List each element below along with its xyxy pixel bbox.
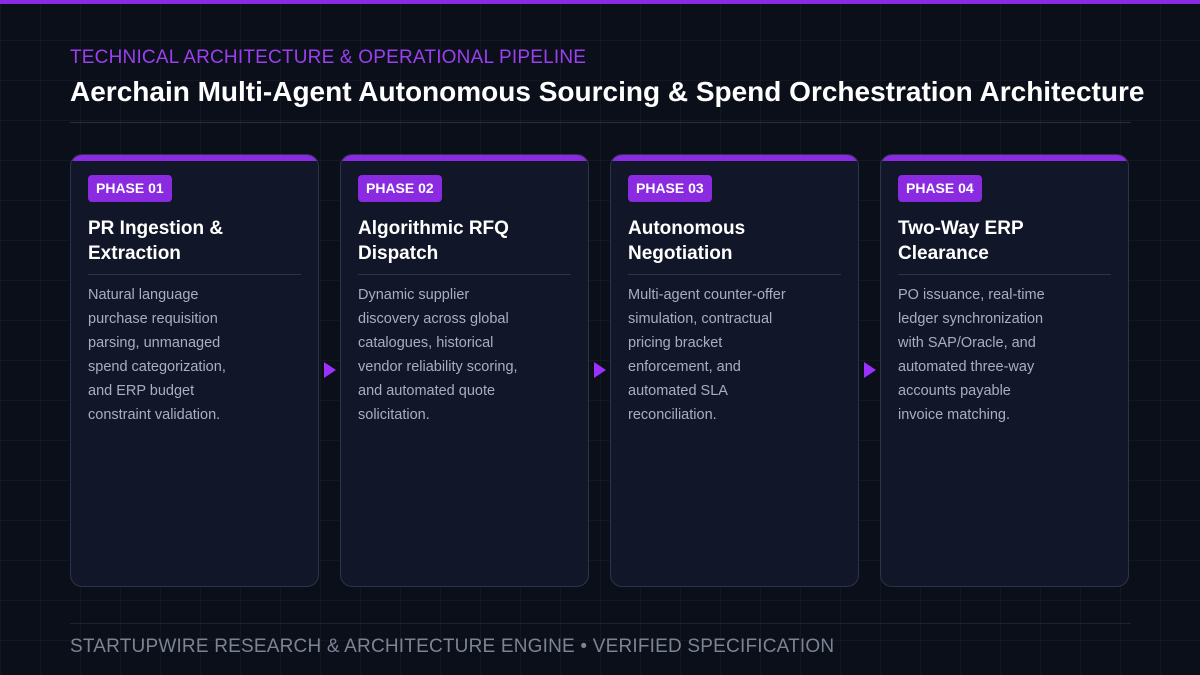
phase-badge: PHASE 03 bbox=[628, 175, 712, 202]
phase-divider bbox=[358, 274, 571, 275]
phase-card-accent bbox=[341, 155, 588, 161]
phase-title: Autonomous Negotiation bbox=[628, 218, 746, 264]
phase-badge: PHASE 01 bbox=[88, 175, 172, 202]
arrow-right-icon bbox=[864, 362, 876, 378]
phase-title: Algorithmic RFQ Dispatch bbox=[358, 218, 509, 264]
phase-divider bbox=[898, 274, 1111, 275]
phase-title: Two-Way ERP Clearance bbox=[898, 218, 1024, 264]
section-eyebrow: TECHNICAL ARCHITECTURE & OPERATIONAL PIP… bbox=[70, 47, 587, 68]
page-title: Aerchain Multi-Agent Autonomous Sourcing… bbox=[70, 76, 1145, 107]
phase-description: PO issuance, real-time ledger synchroniz… bbox=[898, 287, 1045, 423]
phase-card-01: PHASE 01 PR Ingestion & Extraction Natur… bbox=[70, 154, 319, 587]
phase-description: Natural language purchase requisition pa… bbox=[88, 287, 226, 423]
phase-badge: PHASE 04 bbox=[898, 175, 982, 202]
phase-title: PR Ingestion & Extraction bbox=[88, 218, 224, 264]
phase-description: Dynamic supplier discovery across global… bbox=[358, 287, 518, 423]
phase-description: Multi-agent counter-offer simulation, co… bbox=[628, 287, 786, 423]
header-divider bbox=[70, 122, 1131, 123]
phase-card-03: PHASE 03 Autonomous Negotiation Multi-ag… bbox=[610, 154, 859, 587]
phase-divider bbox=[88, 274, 301, 275]
phase-card-accent bbox=[611, 155, 858, 161]
phase-badge: PHASE 02 bbox=[358, 175, 442, 202]
arrow-right-icon bbox=[324, 362, 336, 378]
phase-divider bbox=[628, 274, 841, 275]
arrow-right-icon bbox=[594, 362, 606, 378]
phase-card-accent bbox=[71, 155, 318, 161]
phase-card-02: PHASE 02 Algorithmic RFQ Dispatch Dynami… bbox=[340, 154, 589, 587]
footer-text: STARTUPWIRE RESEARCH & ARCHITECTURE ENGI… bbox=[70, 636, 835, 657]
footer-divider bbox=[70, 623, 1131, 624]
phase-card-04: PHASE 04 Two-Way ERP Clearance PO issuan… bbox=[880, 154, 1129, 587]
phase-card-accent bbox=[881, 155, 1128, 161]
top-accent-bar bbox=[0, 0, 1200, 4]
